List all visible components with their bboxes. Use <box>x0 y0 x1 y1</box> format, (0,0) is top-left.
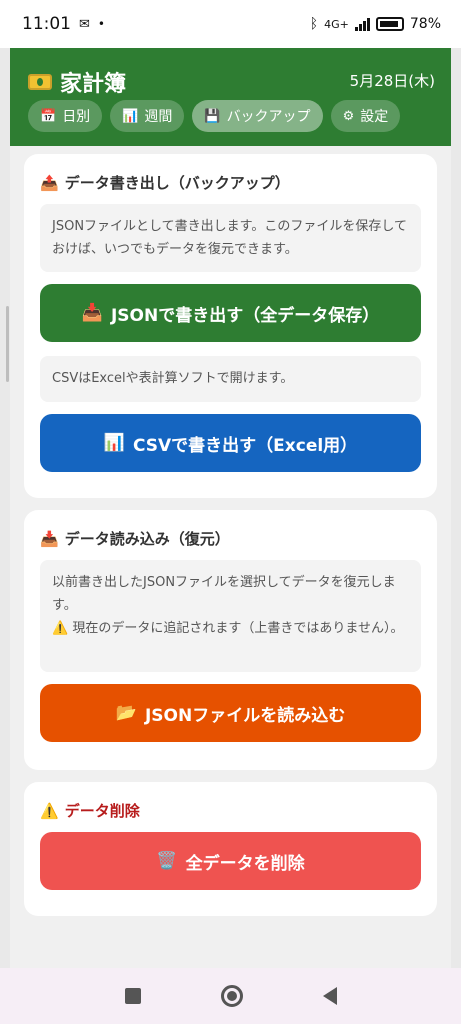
chart-icon: 📊 <box>103 433 125 453</box>
delete-title-text: データ削除 <box>64 802 140 820</box>
import-json-label: JSONファイルを読み込む <box>144 705 346 726</box>
clock: 11:01 <box>22 14 71 34</box>
system-navbar <box>0 968 461 1024</box>
calendar-icon: 📅 <box>40 108 57 124</box>
app-title-text: 家計簿 <box>60 72 127 97</box>
tab-bar: 📅 日別 📊 週間 💾 バックアップ ⚙ 設定 <box>28 100 401 132</box>
export-title-text: データ書き出し（バックアップ） <box>64 174 290 192</box>
app-frame: 家計簿 5月28日(木) 📅 日別 📊 週間 💾 バックアップ ⚙ 設定 📤 デ… <box>10 48 451 968</box>
json-export-note: JSONファイルとして書き出します。このファイルを保存しておけば、いつでもデータ… <box>40 204 421 272</box>
csv-note-text: CSVはExcelや表計算ソフトで開けます。 <box>52 371 294 386</box>
warning-icon: ⚠️ <box>40 801 59 820</box>
gear-icon: ⚙ <box>342 108 355 124</box>
home-icon[interactable] <box>220 985 243 1007</box>
notification-icon: ✉ <box>79 16 90 32</box>
app-header: 家計簿 5月28日(木) 📅 日別 📊 週間 💾 バックアップ ⚙ 設定 <box>10 48 451 146</box>
export-csv-button[interactable]: 📊 CSVで書き出す（Excel用） <box>40 414 421 472</box>
page-title: 家計簿 <box>28 66 126 98</box>
import-title: 📥 データ読み込み（復元） <box>40 528 230 549</box>
export-json-button[interactable]: 📥 JSONで書き出す（全データ保存） <box>40 284 421 342</box>
export-title: 📤 データ書き出し（バックアップ） <box>40 172 290 193</box>
inbox-icon: 📥 <box>81 303 103 323</box>
csv-export-note: CSVはExcelや表計算ソフトで開けます。 <box>40 356 421 402</box>
bluetooth-icon: ᛒ <box>309 16 319 32</box>
import-json-button[interactable]: 📂 JSONファイルを読み込む <box>40 684 421 742</box>
disk-icon: 💾 <box>204 108 221 124</box>
export-csv-label: CSVで書き出す（Excel用） <box>132 435 358 456</box>
import-note: 以前書き出したJSONファイルを選択してデータを復元します。 ⚠️ 現在のデータ… <box>40 560 421 672</box>
tab-weekly[interactable]: 📊 週間 <box>110 100 185 132</box>
tab-label: バックアップ <box>226 109 311 125</box>
tab-settings[interactable]: ⚙ 設定 <box>330 100 401 132</box>
status-bar: 11:01 ✉ • ᛒ 4G+ 78% <box>0 0 461 48</box>
dot-icon: • <box>97 17 105 31</box>
tab-label: 設定 <box>360 109 389 125</box>
delete-title: ⚠️ データ削除 <box>40 800 140 821</box>
export-json-label: JSONで書き出す（全データ保存） <box>110 305 380 326</box>
export-card: 📤 データ書き出し（バックアップ） JSONファイルとして書き出します。このファ… <box>24 154 437 498</box>
tab-daily[interactable]: 📅 日別 <box>28 100 103 132</box>
money-icon <box>28 74 52 90</box>
json-note-text: JSONファイルとして書き出します。このファイルを保存しておけば、いつでもデータ… <box>52 219 407 257</box>
recent-apps-icon[interactable] <box>124 988 141 1004</box>
network-icon: 4G+ <box>324 17 349 31</box>
import-card: 📥 データ読み込み（復元） 以前書き出したJSONファイルを選択してデータを復元… <box>24 510 437 770</box>
chart-icon: 📊 <box>122 108 139 124</box>
import-warning-text: 現在のデータに追記されます（上書きではありません）。 <box>72 620 404 636</box>
export-icon: 📤 <box>40 173 59 192</box>
signal-icon <box>354 17 370 31</box>
current-date: 5月28日(木) <box>349 72 435 90</box>
battery-icon <box>375 17 404 31</box>
status-right: ᛒ 4G+ 78% <box>310 16 441 32</box>
status-left: 11:01 ✉ • <box>22 14 105 34</box>
import-note-text: 以前書き出したJSONファイルを選択してデータを復元します。 <box>52 575 396 613</box>
inbox-icon: 📥 <box>40 529 59 548</box>
delete-card: ⚠️ データ削除 🗑️ 全データを削除 <box>24 782 437 916</box>
import-title-text: データ読み込み（復元） <box>64 530 230 548</box>
delete-all-button[interactable]: 🗑️ 全データを削除 <box>40 832 421 890</box>
edge-scroll-indicator <box>6 306 9 382</box>
trash-icon: 🗑️ <box>156 851 178 871</box>
delete-all-label: 全データを削除 <box>185 853 305 874</box>
tab-label: 週間 <box>144 109 173 125</box>
tab-label: 日別 <box>62 109 91 125</box>
folder-icon: 📂 <box>115 703 137 723</box>
tab-backup[interactable]: 💾 バックアップ <box>192 100 323 132</box>
back-icon[interactable] <box>322 987 337 1005</box>
import-warning: ⚠️ 現在のデータに追記されます（上書きではありません）。 <box>52 618 409 641</box>
battery-percent: 78% <box>409 16 441 32</box>
warning-icon: ⚠️ <box>52 620 69 636</box>
